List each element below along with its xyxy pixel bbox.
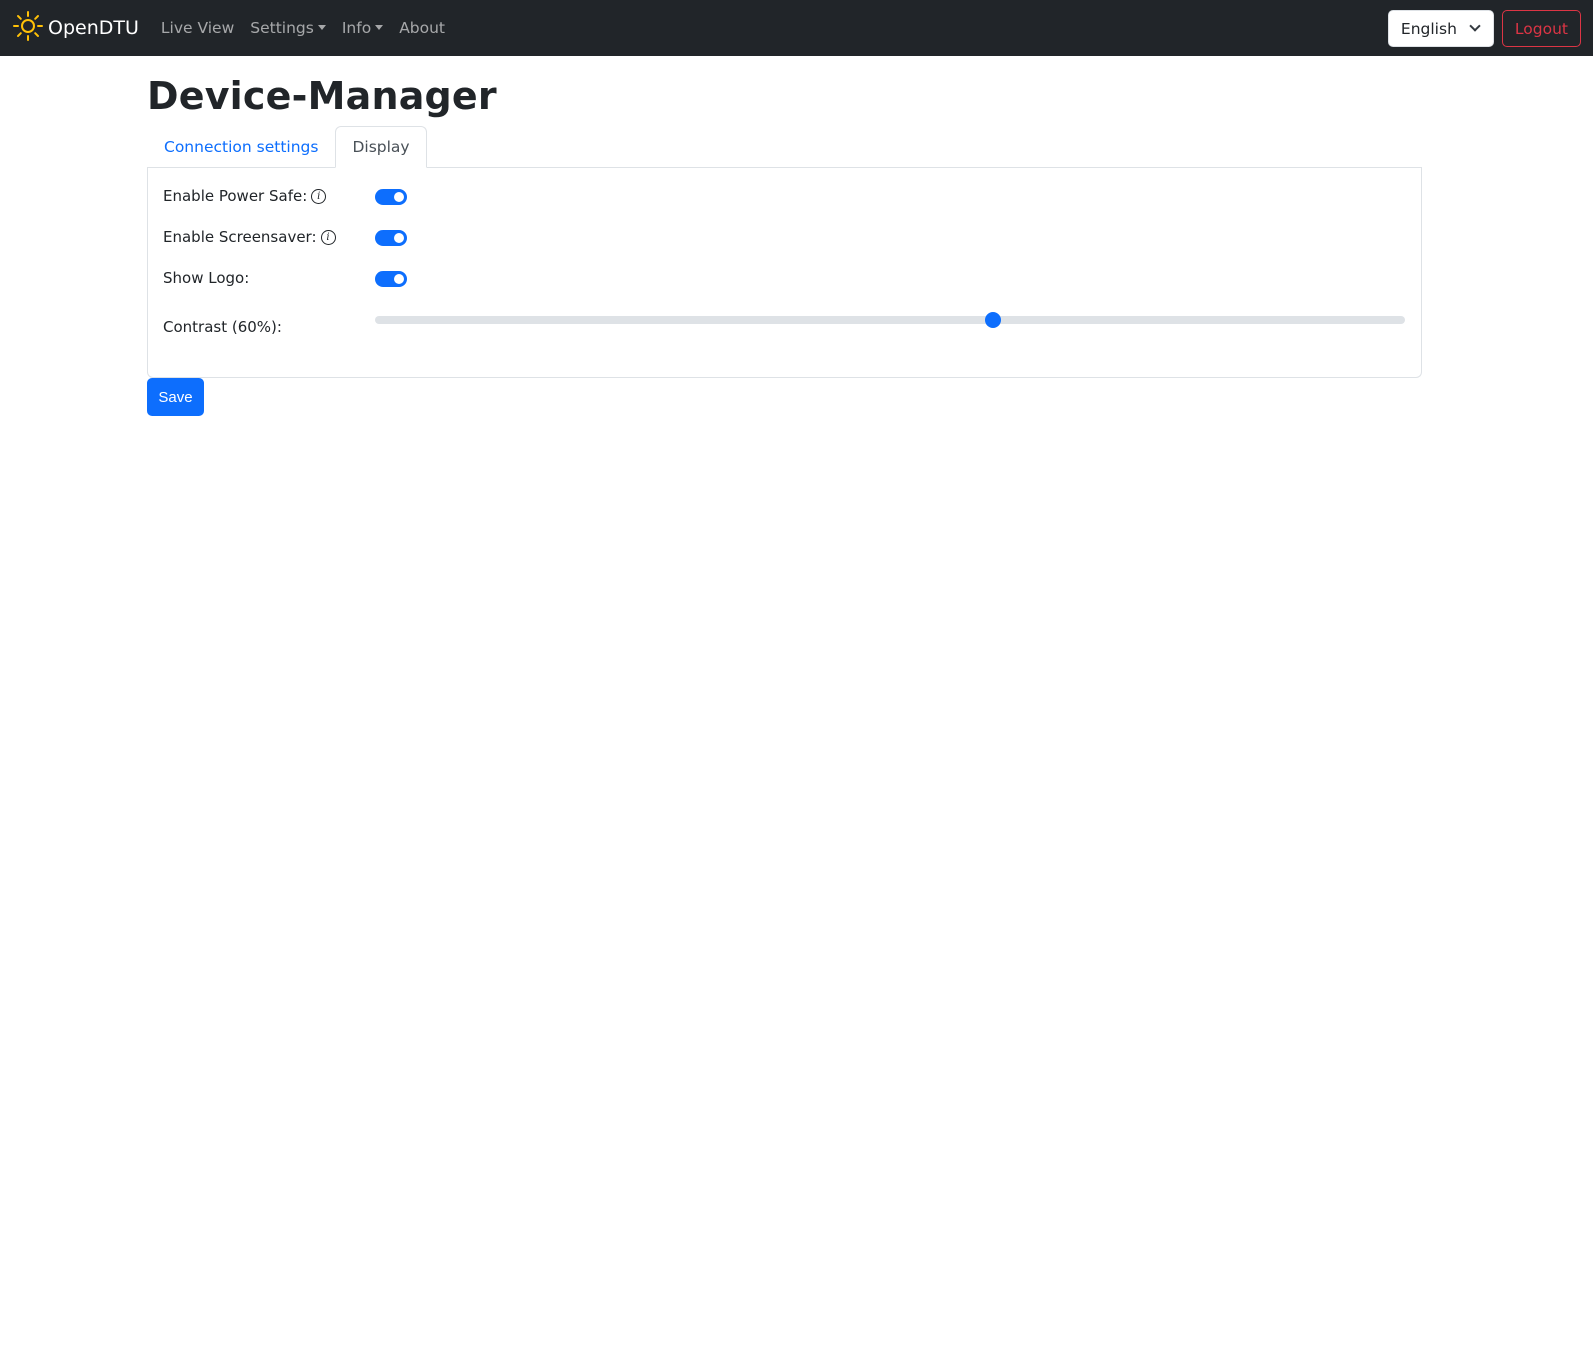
- show-logo-label: Show Logo:: [163, 269, 250, 287]
- screensaver-row: Enable Screensaver: i: [163, 228, 336, 246]
- info-icon[interactable]: i: [320, 229, 336, 245]
- caret-down-icon: [317, 24, 326, 30]
- tab-bar: Connection settings Display: [147, 126, 1422, 168]
- nav-info-dropdown[interactable]: Info: [341, 19, 384, 37]
- contrast-slider[interactable]: [375, 312, 1405, 328]
- power-safe-row: Enable Power Safe: i: [163, 187, 327, 205]
- caret-down-icon: [375, 24, 384, 30]
- brand-name: OpenDTU: [48, 17, 139, 39]
- brand-link[interactable]: OpenDTU: [12, 10, 139, 47]
- nav-settings-dropdown[interactable]: Settings: [250, 19, 326, 37]
- nav-info-label: Info: [341, 19, 372, 37]
- chevron-down-icon: [1469, 20, 1481, 32]
- tab-connection-settings[interactable]: Connection settings: [147, 126, 335, 168]
- show-logo-toggle[interactable]: [375, 271, 407, 287]
- language-select[interactable]: English: [1387, 10, 1494, 47]
- power-safe-toggle[interactable]: [375, 189, 407, 205]
- logout-button[interactable]: Logout: [1501, 10, 1581, 47]
- contrast-label: Contrast (60%):: [163, 318, 282, 336]
- nav-live-view[interactable]: Live View: [161, 19, 234, 37]
- nav-about-label: About: [399, 19, 446, 37]
- display-settings-card: Enable Power Safe: i Enable Screensaver:…: [147, 168, 1422, 378]
- power-safe-label: Enable Power Safe:: [163, 187, 308, 205]
- nav-live-view-label: Live View: [160, 19, 235, 37]
- info-icon[interactable]: i: [311, 188, 327, 204]
- show-logo-row: Show Logo:: [163, 269, 249, 287]
- sun-icon: [12, 10, 48, 47]
- screensaver-toggle[interactable]: [375, 230, 407, 246]
- tab-display[interactable]: Display: [335, 126, 427, 168]
- language-value: English: [1400, 19, 1457, 38]
- nav-about[interactable]: About: [399, 19, 445, 37]
- save-button[interactable]: Save: [147, 378, 204, 416]
- screensaver-label: Enable Screensaver:: [163, 228, 317, 246]
- nav-settings-label: Settings: [250, 19, 314, 37]
- page-title: Device-Manager: [147, 74, 497, 118]
- main-container: Device-Manager Connection settings Displ…: [147, 56, 1422, 416]
- contrast-row: Contrast (60%):: [163, 318, 282, 336]
- navbar: OpenDTU Live View Settings Info About En…: [0, 0, 1593, 56]
- nav-right: English Logout: [1387, 10, 1581, 47]
- contrast-slider-thumb[interactable]: [985, 312, 1001, 328]
